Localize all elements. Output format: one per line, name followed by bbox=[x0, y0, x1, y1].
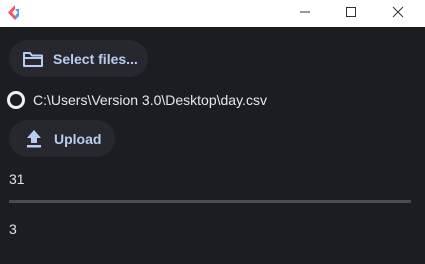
close-icon bbox=[392, 5, 404, 23]
title-bar[interactable] bbox=[0, 0, 425, 27]
upload-button[interactable]: Upload bbox=[9, 120, 115, 157]
upload-icon bbox=[23, 128, 45, 150]
upload-label: Upload bbox=[54, 130, 102, 147]
close-button[interactable] bbox=[375, 0, 421, 27]
minimize-button[interactable] bbox=[282, 0, 328, 27]
output-value-top: 31 bbox=[9, 171, 25, 187]
select-files-label: Select files... bbox=[53, 50, 138, 67]
minimize-icon bbox=[299, 5, 311, 23]
main-content: Select files... C:\Users\Version 3.0\Des… bbox=[0, 27, 425, 264]
file-radio-indicator[interactable] bbox=[7, 91, 25, 109]
folder-icon bbox=[22, 48, 44, 70]
output-value-bottom: 3 bbox=[9, 221, 17, 237]
maximize-icon bbox=[345, 5, 357, 23]
maximize-button[interactable] bbox=[328, 0, 374, 27]
selected-file-row: C:\Users\Version 3.0\Desktop\day.csv bbox=[7, 88, 267, 112]
selected-file-path: C:\Users\Version 3.0\Desktop\day.csv bbox=[33, 92, 267, 108]
divider bbox=[9, 200, 411, 203]
app-logo-icon bbox=[8, 5, 22, 20]
select-files-button[interactable]: Select files... bbox=[9, 40, 148, 77]
